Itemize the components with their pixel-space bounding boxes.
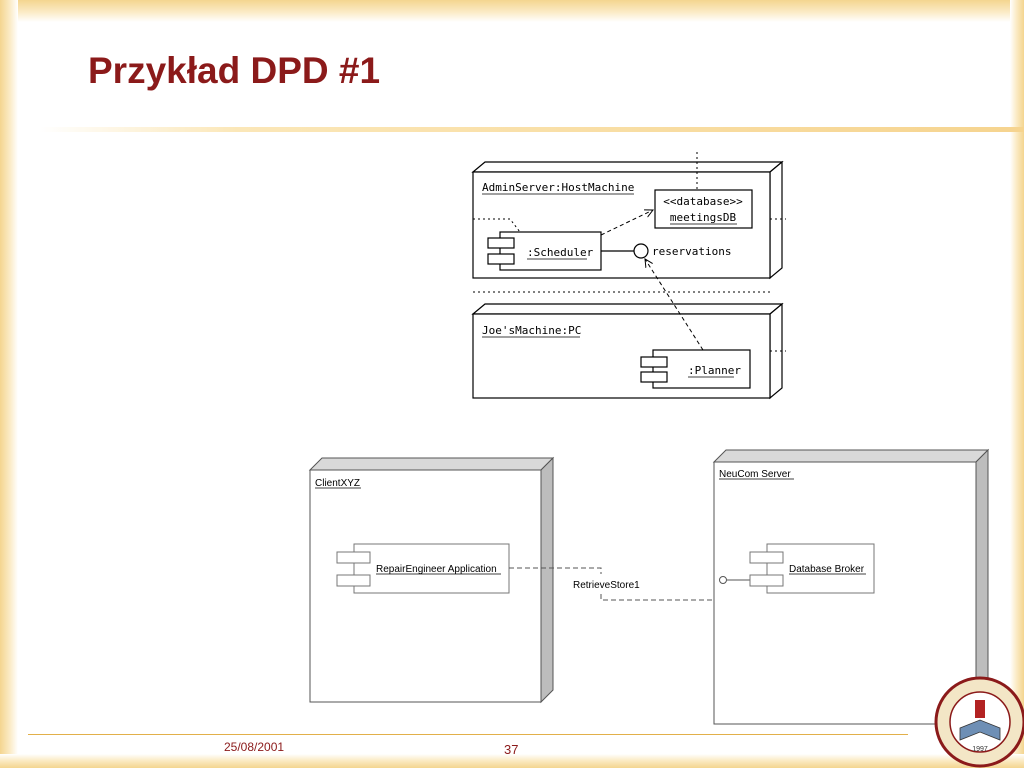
top-diagram: AdminServer:HostMachine <<database>> mee… [471, 152, 786, 400]
repair-engineer-label: RepairEngineer Application [376, 564, 497, 575]
database-stereotype: <<database>> [663, 195, 743, 208]
scheduler-label: :Scheduler [527, 246, 594, 259]
node-client-label: ClientXYZ [315, 478, 360, 489]
page-number: 37 [504, 742, 519, 757]
database-name: meetingsDB [670, 211, 737, 224]
footer-date: 25/08/2001 [224, 740, 285, 754]
database-meetings: <<database>> meetingsDB [654, 189, 753, 229]
node-admin-label: AdminServer:HostMachine [482, 181, 634, 194]
university-logo: 1997 [934, 676, 1024, 768]
interface-reservations-label: reservations [652, 245, 731, 258]
interface-retrieve-label: RetrieveStore1 [573, 580, 640, 591]
bottom-diagram: ClientXYZ RepairEngineer Application Ret… [308, 448, 990, 726]
database-broker-label: Database Broker [789, 564, 865, 575]
planner-label: :Planner [688, 364, 741, 377]
footer-rule [28, 734, 908, 735]
interface-reservations-lollipop [633, 243, 649, 259]
node-joe-label: Joe'sMachine:PC [482, 324, 581, 337]
logo-year: 1997 [972, 746, 988, 753]
node-server-label: NeuCom Server [719, 469, 791, 480]
component-scheduler: :Scheduler [487, 231, 602, 271]
component-planner: :Planner [640, 349, 751, 389]
deployment-diagram: AdminServer:HostMachine <<database>> mee… [308, 152, 1024, 768]
component-database-broker: Database Broker [749, 543, 875, 594]
interface-retrieve-lollipop [719, 576, 727, 584]
component-repair-engineer: RepairEngineer Application [336, 543, 510, 594]
